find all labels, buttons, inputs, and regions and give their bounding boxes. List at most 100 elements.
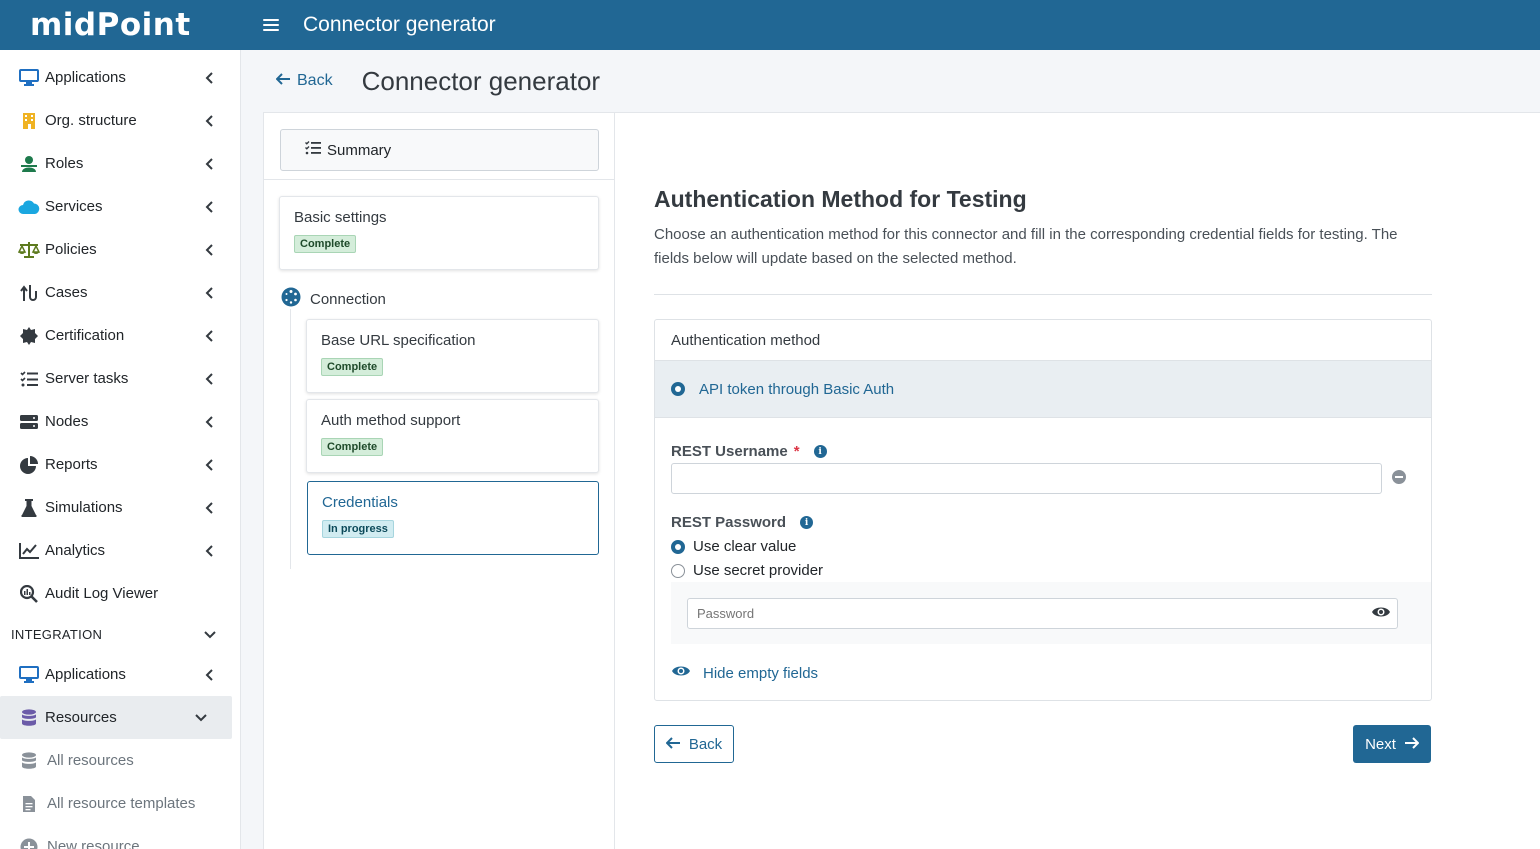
auth-option-api-token[interactable]: API token through Basic Auth: [655, 361, 1431, 418]
sidebar-item-label: Services: [45, 198, 103, 215]
sidebar-item-certification[interactable]: Certification: [0, 314, 240, 357]
chevron-left-icon[interactable]: [202, 71, 216, 85]
auth-method-header: Authentication method: [655, 320, 1431, 361]
chevron-left-icon[interactable]: [202, 200, 216, 214]
hamburger-menu-icon[interactable]: [263, 19, 279, 31]
sidebar-item-nodes[interactable]: Nodes: [0, 400, 240, 443]
status-badge: Complete: [321, 438, 384, 456]
file-icon: [20, 795, 38, 813]
chevron-left-icon[interactable]: [202, 157, 216, 171]
radio-selected-icon[interactable]: [671, 539, 685, 554]
sidebar-item-resources[interactable]: Resources: [0, 696, 232, 739]
sidebar-subitem-all-resources[interactable]: All resources: [0, 739, 240, 782]
sidebar-item-label: Certification: [45, 327, 125, 344]
step-base-url-specification[interactable]: Base URL specification Complete: [306, 319, 599, 393]
sidebar-item-integration-applications[interactable]: Applications: [0, 653, 240, 696]
sidebar-item-reports[interactable]: Reports: [0, 443, 240, 486]
step-label: Auth method support: [321, 412, 461, 429]
hide-empty-fields-link[interactable]: Hide empty fields: [671, 664, 818, 682]
chevron-down-icon[interactable]: [204, 627, 216, 642]
back-button[interactable]: Back: [654, 725, 734, 763]
info-icon[interactable]: i: [813, 445, 827, 458]
sidebar-item-label: Nodes: [45, 413, 89, 430]
rest-username-input[interactable]: [671, 463, 1382, 494]
sidebar-item-analytics[interactable]: Analytics: [0, 529, 240, 572]
arrow-left-icon: [275, 72, 291, 90]
sidebar-item-label: Applications: [45, 666, 126, 683]
sidebar: Applications Org. structure Roles Servic…: [0, 50, 241, 849]
rest-password-label: REST Password i: [671, 514, 814, 531]
sidebar-item-label: Roles: [45, 155, 84, 172]
page-title: Connector generator: [361, 65, 601, 96]
sidebar-item-label: Audit Log Viewer: [45, 585, 159, 602]
required-mark: *: [793, 443, 800, 460]
sidebar-section-integration[interactable]: INTEGRATION: [0, 615, 240, 653]
chevron-left-icon[interactable]: [202, 544, 216, 558]
sidebar-item-server-tasks[interactable]: Server tasks: [0, 357, 240, 400]
chevron-left-icon[interactable]: [202, 114, 216, 128]
midpoint-logo[interactable]: midPoint: [0, 0, 241, 50]
chevron-left-icon[interactable]: [202, 501, 216, 515]
form-description: Choose an authentication method for this…: [654, 226, 1398, 267]
server-icon: [18, 412, 40, 432]
sidebar-subitem-all-resource-templates[interactable]: All resource templates: [0, 782, 240, 825]
back-button-label: Back: [688, 735, 723, 753]
certificate-icon: [18, 326, 40, 346]
step-basic-settings[interactable]: Basic settings Complete: [279, 196, 599, 270]
use-secret-provider-option[interactable]: Use secret provider: [671, 562, 823, 579]
sidebar-item-label: Simulations: [45, 499, 123, 516]
next-button-label: Next: [1365, 735, 1396, 753]
eye-icon[interactable]: [1371, 605, 1391, 623]
list-check-icon: [305, 141, 321, 159]
chevron-left-icon[interactable]: [202, 668, 216, 682]
sidebar-subitem-label: All resources: [47, 752, 134, 769]
sidebar-item-label: Cases: [45, 284, 88, 301]
auth-method-panel: Authentication method API token through …: [654, 319, 1432, 701]
sidebar-subitem-label: New resource: [47, 838, 140, 849]
summary-button[interactable]: Summary: [280, 129, 599, 171]
app-title: Connector generator: [303, 13, 496, 36]
sidebar-item-label: Analytics: [45, 542, 106, 559]
chevron-left-icon[interactable]: [202, 372, 216, 386]
chevron-left-icon[interactable]: [202, 458, 216, 472]
wizard-steps-panel: Summary Basic settings Complete Connecti…: [264, 113, 615, 849]
sidebar-item-policies[interactable]: Policies: [0, 228, 240, 271]
step-credentials[interactable]: Credentials In progress: [307, 481, 599, 555]
sidebar-item-cases[interactable]: Cases: [0, 271, 240, 314]
database-icon: [18, 708, 40, 728]
step-label: Basic settings: [294, 209, 387, 226]
sidebar-item-simulations[interactable]: Simulations: [0, 486, 240, 529]
sidebar-subitem-new-resource[interactable]: New resource: [0, 825, 240, 849]
spinner-icon: [281, 287, 301, 311]
eye-icon: [671, 664, 691, 682]
chevron-down-icon[interactable]: [194, 711, 208, 725]
step-connector-line: [290, 309, 291, 569]
step-auth-method-support[interactable]: Auth method support Complete: [306, 399, 599, 473]
sidebar-item-label: Policies: [45, 241, 97, 258]
header-back-link[interactable]: Back: [275, 72, 333, 90]
sidebar-item-label: Applications: [45, 69, 126, 86]
chevron-left-icon[interactable]: [202, 329, 216, 343]
chevron-left-icon[interactable]: [202, 286, 216, 300]
sidebar-item-applications[interactable]: Applications: [0, 56, 240, 99]
monitor-icon: [18, 68, 40, 88]
next-button[interactable]: Next: [1353, 725, 1431, 763]
sidebar-item-org-structure[interactable]: Org. structure: [0, 99, 240, 142]
info-icon[interactable]: i: [800, 516, 814, 529]
sidebar-item-roles[interactable]: Roles: [0, 142, 240, 185]
chevron-left-icon[interactable]: [202, 243, 216, 257]
use-clear-value-option[interactable]: Use clear value: [671, 538, 796, 555]
step-label: Credentials: [322, 494, 398, 511]
remove-value-icon[interactable]: [1392, 470, 1406, 484]
radio-unselected-icon[interactable]: [671, 563, 685, 578]
sidebar-item-services[interactable]: Services: [0, 185, 240, 228]
arrow-left-icon: [665, 736, 681, 753]
hide-empty-fields-label: Hide empty fields: [703, 664, 819, 682]
radio-selected-icon[interactable]: [671, 382, 685, 396]
sidebar-item-audit-log-viewer[interactable]: Audit Log Viewer: [0, 572, 240, 615]
step-group-connection: Connection: [281, 287, 386, 311]
section-header-label: INTEGRATION: [11, 626, 103, 642]
chevron-left-icon[interactable]: [202, 415, 216, 429]
arrow-right-icon: [1404, 736, 1420, 753]
password-input[interactable]: [687, 598, 1398, 629]
